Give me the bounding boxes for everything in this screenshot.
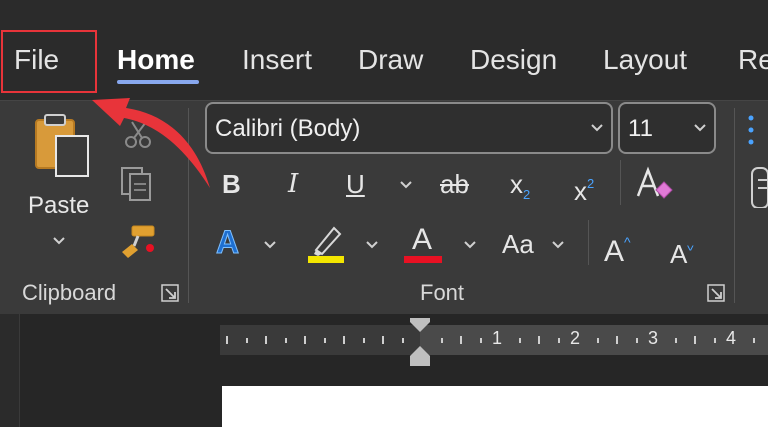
tab-layout[interactable]: Layout [603, 40, 687, 80]
font-size-dropdown[interactable]: 11 [618, 102, 716, 154]
tab-references[interactable]: Re [738, 40, 768, 80]
separator [620, 160, 621, 205]
chevron-down-icon [591, 124, 603, 132]
ruler-tick [752, 338, 755, 343]
annotation-arrow-icon [92, 98, 210, 188]
strikethrough-button[interactable]: ab [440, 166, 469, 202]
tab-design[interactable]: Design [470, 40, 557, 80]
clipboard-group-label: Clipboard [22, 280, 117, 305]
ruler-tick [343, 336, 345, 344]
superscript-base: x [574, 176, 587, 206]
ruler-number: 2 [570, 328, 581, 348]
paste-options-chevron-icon[interactable] [52, 236, 66, 246]
paragraph-group-partial-icon[interactable] [746, 108, 768, 208]
grow-font-button[interactable]: A^ [604, 224, 631, 270]
ruler-tick [538, 336, 540, 344]
caret-down-icon: ^ [687, 238, 694, 254]
ruler-tick [284, 338, 287, 343]
font-group-label: Font [420, 280, 465, 305]
font-color-swatch [404, 256, 442, 263]
highlighter-icon[interactable] [306, 222, 346, 264]
ruler-tick [460, 336, 462, 344]
ruler-number: 4 [726, 328, 737, 348]
change-case-button[interactable]: Aa [502, 226, 534, 262]
indent-marker-icon[interactable] [406, 316, 434, 368]
grow-font-glyph: A [604, 235, 625, 268]
superscript-mark: 2 [587, 176, 595, 191]
ruler-tick [323, 338, 326, 343]
ruler-tick [440, 338, 443, 343]
italic-button[interactable]: I [288, 166, 298, 202]
subscript-mark: 2 [523, 187, 531, 202]
ruler-tick [557, 338, 560, 343]
font-name-dropdown[interactable]: Calibri (Body) [205, 102, 613, 154]
chevron-down-icon [694, 124, 706, 132]
font-name-value: Calibri (Body) [215, 115, 361, 142]
tab-insert[interactable]: Insert [242, 40, 312, 80]
underline-options-chevron-icon[interactable] [400, 180, 412, 190]
font-size-value: 11 [628, 115, 653, 142]
tab-home[interactable]: Home [117, 40, 195, 80]
ruler-tick [616, 336, 618, 344]
ruler-tick [226, 336, 228, 344]
ruler-text-area [420, 325, 768, 355]
shrink-font-button[interactable]: A^ [670, 228, 694, 272]
ruler-tick [694, 336, 696, 344]
ruler-tick [265, 336, 267, 344]
clipboard-dialog-launcher-icon[interactable] [160, 283, 180, 303]
caret-up-icon: ^ [624, 234, 631, 250]
document-page[interactable] [222, 386, 768, 427]
clear-formatting-icon[interactable] [634, 164, 674, 204]
separator [588, 220, 589, 265]
ruler-tick [596, 338, 599, 343]
shrink-font-glyph: A [670, 239, 688, 269]
subscript-button[interactable]: x2 [510, 166, 530, 213]
change-case-chevron-icon[interactable] [552, 240, 564, 250]
highlighter-chevron-icon[interactable] [366, 240, 378, 250]
group-separator [734, 108, 735, 303]
ruler-number: 3 [648, 328, 659, 348]
ruler-number: 1 [492, 328, 503, 348]
format-painter-icon[interactable] [118, 222, 158, 262]
ruler-tick [518, 338, 521, 343]
ruler-tick [304, 336, 306, 344]
paste-button-label[interactable]: Paste [28, 192, 89, 220]
superscript-button[interactable]: x2 [574, 166, 594, 209]
text-effects-button[interactable]: A [215, 224, 239, 261]
ruler-tick [713, 338, 716, 343]
ruler-tick [635, 338, 638, 343]
subscript-base: x [510, 169, 523, 199]
ruler-tick [382, 336, 384, 344]
ruler-tick [401, 338, 404, 343]
ruler-tick [245, 338, 248, 343]
file-tab-highlight-box [1, 30, 97, 93]
ruler-tick [479, 338, 482, 343]
vertical-ruler-strip [0, 314, 20, 427]
font-color-button[interactable]: A [412, 222, 432, 258]
font-color-chevron-icon[interactable] [464, 240, 476, 250]
font-dialog-launcher-icon[interactable] [706, 283, 726, 303]
underline-button[interactable]: U [346, 166, 365, 202]
ruler-tick [362, 338, 365, 343]
text-effects-chevron-icon[interactable] [264, 240, 276, 250]
tab-draw[interactable]: Draw [358, 40, 423, 80]
ruler-tick [674, 338, 677, 343]
